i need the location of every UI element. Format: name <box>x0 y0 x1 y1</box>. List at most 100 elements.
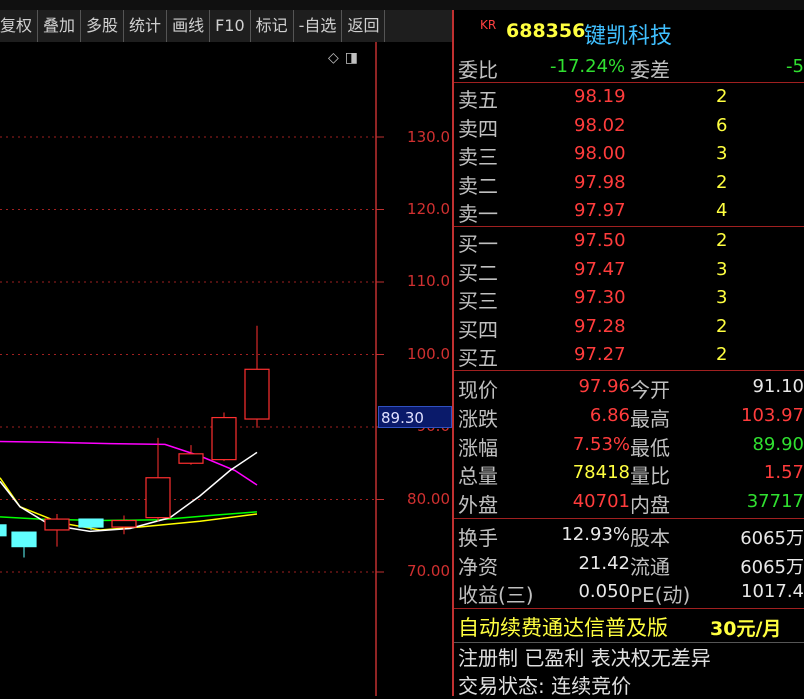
back-button[interactable]: 返回 <box>342 10 386 42</box>
ask-price: 98.02 <box>574 114 626 136</box>
stat-label: 内盘 <box>630 493 670 518</box>
weicha-value: -5 <box>786 56 804 77</box>
y-tick-label: 70.00 <box>407 562 450 580</box>
candle-down <box>78 518 104 528</box>
statistics-button[interactable]: 统计 <box>124 10 168 42</box>
stock-attributes: 注册制 已盈利 表决权无差异 <box>458 646 711 670</box>
stock-title: KR 688356 键凯科技 <box>454 10 804 49</box>
ad-banner[interactable]: 自动续费通达信普及版 30元/月 <box>454 610 804 642</box>
market-tag: KR <box>480 18 497 32</box>
bid-volume: 3 <box>716 258 728 280</box>
y-tick-label: 110.0 <box>407 272 450 290</box>
bid-row: 买四 97.28 2 <box>454 314 804 342</box>
fin-row: 净资 21.42 流通 6065万 <box>454 551 804 579</box>
bid-label: 买五 <box>458 346 498 370</box>
diamond-icon[interactable]: ◇ <box>328 50 345 66</box>
ask-volume: 6 <box>716 114 728 136</box>
multi-stock-button[interactable]: 多股 <box>81 10 125 42</box>
draw-line-button[interactable]: 画线 <box>167 10 211 42</box>
ad-price: 30元/月 <box>710 618 782 640</box>
bid-label: 买三 <box>458 289 498 313</box>
fin-label: 收益(三) <box>458 583 534 607</box>
stat-label: 现价 <box>458 378 498 402</box>
weibi-row: 委比 -17.24% 委差 -5 <box>454 54 804 82</box>
stat-value: 7.53% <box>572 433 630 455</box>
stat-value: 78418 <box>572 462 630 484</box>
ask-label: 卖三 <box>458 145 498 169</box>
stat-value: 91.10 <box>752 376 804 397</box>
bid-price: 97.50 <box>574 230 626 251</box>
fin-value: 12.93% <box>561 524 630 545</box>
bid-volume: 2 <box>716 344 728 365</box>
bid-price: 97.30 <box>574 287 626 308</box>
trading-status: 交易状态: 连续竞价 <box>458 674 632 698</box>
ask-label: 卖二 <box>458 173 498 198</box>
ask-price: 97.97 <box>574 200 626 221</box>
f10-button[interactable]: F10 <box>210 10 251 42</box>
candle-up <box>44 518 70 531</box>
stat-value: 1.57 <box>763 462 804 484</box>
y-tick-label: 130.0 <box>407 128 450 146</box>
divider <box>454 226 804 227</box>
bid-label: 买一 <box>458 232 498 256</box>
candle-up <box>178 453 204 464</box>
mark-button[interactable]: 标记 <box>251 10 294 42</box>
stat-label: 量比 <box>630 464 670 489</box>
weicha-label: 委差 <box>630 58 670 82</box>
stat-label: 最低 <box>630 435 670 460</box>
ask-label: 卖五 <box>458 88 498 112</box>
ask-row: 卖五 98.19 2 <box>454 84 804 112</box>
stat-value: 89.90 <box>752 433 804 455</box>
stat-value: 97.96 <box>578 376 630 397</box>
stat-value: 37717 <box>746 491 804 513</box>
fuquan-button[interactable]: 复权 <box>0 10 39 42</box>
y-tick-label: 80.00 <box>407 490 450 508</box>
bid-row: 买三 97.30 3 <box>454 285 804 313</box>
stat-value: 103.97 <box>741 404 804 426</box>
stat-row: 涨跌 6.86 最高 103.97 <box>454 403 804 431</box>
candle-down <box>11 531 37 548</box>
stat-label: 涨幅 <box>458 435 498 460</box>
bid-price: 97.27 <box>574 344 626 365</box>
stat-row: 现价 97.96 今开 91.10 <box>454 374 804 402</box>
stock-name: 键凯科技 <box>584 24 673 49</box>
ask-row: 卖一 97.97 4 <box>454 198 804 226</box>
ask-volume: 2 <box>716 171 728 193</box>
stat-value: 40701 <box>572 491 630 513</box>
stat-row: 涨幅 7.53% 最低 89.90 <box>454 432 804 460</box>
fin-value: 6065万 <box>740 528 804 549</box>
candle-up <box>145 477 171 519</box>
ad-text: 自动续费通达信普及版 <box>458 616 668 640</box>
stat-row: 外盘 40701 内盘 37717 <box>454 489 804 517</box>
ask-price: 98.19 <box>574 86 626 107</box>
divider <box>454 608 804 609</box>
bid-volume: 3 <box>716 287 728 308</box>
bid-row: 买一 97.50 2 <box>454 228 804 256</box>
stock-code: 688356 <box>506 20 586 42</box>
overlay-button[interactable]: 叠加 <box>38 10 82 42</box>
chart-toolbar: 复权 叠加 多股 统计 画线 F10 标记 -自选 返回 <box>0 10 452 42</box>
weibi-value: -17.24% <box>550 56 626 77</box>
fin-row: 换手 12.93% 股本 6065万 <box>454 522 804 550</box>
ask-volume: 4 <box>716 200 728 221</box>
candle-up <box>111 519 137 528</box>
ask-volume: 3 <box>716 143 728 164</box>
ask-label: 卖四 <box>458 116 498 141</box>
bid-label: 买二 <box>458 260 498 285</box>
panel-toggle-icon[interactable]: ◨ <box>345 50 364 66</box>
bid-row: 买二 97.47 3 <box>454 257 804 285</box>
ask-row: 卖四 98.02 6 <box>454 113 804 141</box>
fin-label: PE(动) <box>630 583 691 607</box>
quote-panel: KR 688356 键凯科技 委比 -17.24% 委差 -5 卖五 98.19 2… <box>452 10 804 698</box>
bid-volume: 2 <box>716 230 728 251</box>
kline-chart[interactable]: ◇◨ 130.0 120.0 110.0 100.0 90.0 80.00 70… <box>0 42 452 696</box>
fin-label: 净资 <box>458 554 498 579</box>
fin-label: 换手 <box>458 526 498 550</box>
fin-label: 流通 <box>630 554 670 579</box>
current-price-marker: 89.30 <box>378 406 452 428</box>
stat-label: 涨跌 <box>458 406 498 431</box>
ask-row: 卖二 97.98 2 <box>454 170 804 198</box>
weibi-label: 委比 <box>458 58 498 82</box>
remove-watchlist-button[interactable]: -自选 <box>294 10 343 42</box>
divider <box>454 370 804 371</box>
